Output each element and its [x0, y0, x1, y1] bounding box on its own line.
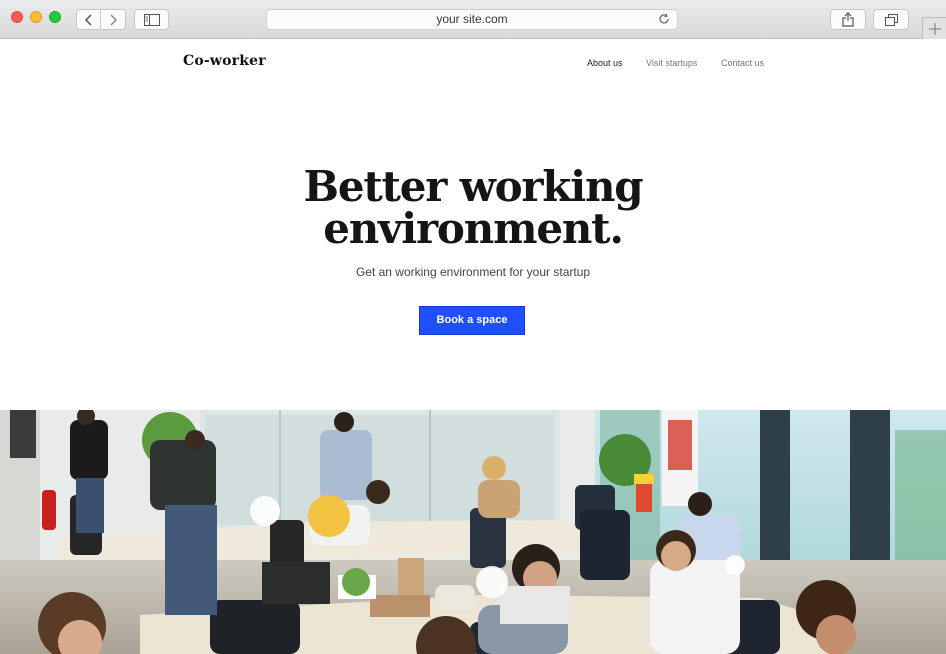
close-window-button[interactable]: [11, 11, 23, 23]
nav-link-contact[interactable]: Contact us: [721, 58, 764, 68]
nav-link-visit-startups[interactable]: Visit startups: [646, 58, 697, 68]
address-bar[interactable]: your site.com: [266, 9, 678, 30]
forward-button[interactable]: [100, 9, 126, 30]
new-tab-button[interactable]: [922, 17, 946, 39]
plus-icon: [928, 22, 941, 35]
sidebar-icon: [143, 13, 160, 26]
book-space-button[interactable]: Book a space: [419, 306, 525, 335]
browser-toolbar: your site.com: [0, 0, 946, 39]
hero-title-line-2: environment.: [323, 204, 624, 253]
zoom-window-button[interactable]: [49, 11, 61, 23]
share-icon: [842, 12, 854, 27]
back-button[interactable]: [76, 9, 101, 30]
hero-subtitle: Get an working environment for your star…: [355, 265, 591, 279]
chevron-left-icon: [84, 13, 92, 26]
office-photo-illustration: [0, 410, 946, 654]
sidebar-toggle-button[interactable]: [134, 9, 169, 30]
url-text: your site.com: [436, 12, 508, 26]
minimize-window-button[interactable]: [30, 11, 42, 23]
hero-title: Better working environment.: [273, 166, 673, 250]
hero-photo: [0, 410, 946, 654]
site-logo[interactable]: Co-worker: [183, 53, 266, 69]
share-button[interactable]: [830, 9, 866, 30]
tabs-icon: [884, 13, 898, 26]
nav-link-about[interactable]: About us: [587, 58, 623, 68]
chevron-right-icon: [110, 13, 118, 26]
reload-icon[interactable]: [658, 13, 670, 25]
show-tabs-button[interactable]: [873, 9, 909, 30]
